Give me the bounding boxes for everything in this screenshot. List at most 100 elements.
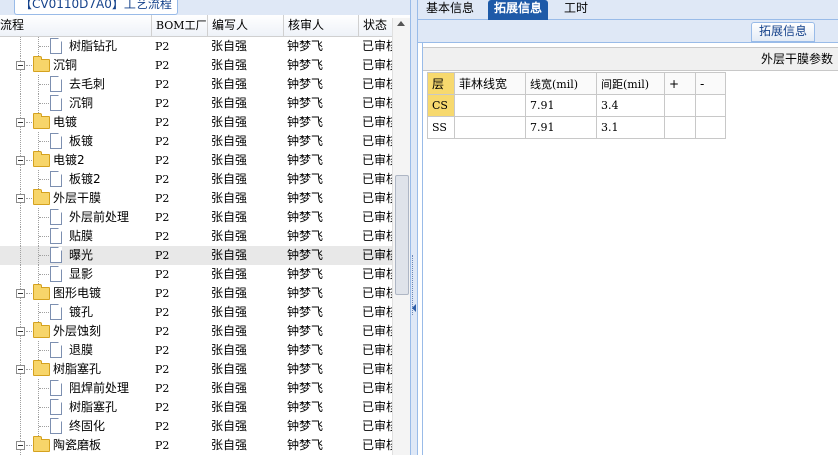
collapse-left-arrow-icon[interactable]	[412, 304, 416, 312]
add-column-button[interactable]: +	[664, 72, 696, 95]
tab-extended-info[interactable]: 拓展信息	[488, 0, 549, 20]
col-process[interactable]: 流程	[0, 15, 151, 36]
collapse-toggle-icon[interactable]	[16, 194, 25, 203]
tree-folder-row[interactable]: 外层蚀刻 P2 张自强 钟梦飞 已审核	[0, 322, 392, 341]
scroll-up-arrow-icon[interactable]	[397, 21, 405, 26]
tree-step-row[interactable]: 退膜 P2 张自强 钟梦飞 已审核	[0, 341, 392, 360]
tree-folder-row[interactable]: 外层干膜 P2 张自强 钟梦飞 已审核	[0, 189, 392, 208]
film-linewidth-cell[interactable]	[454, 94, 526, 117]
linewidth-cell[interactable]: 7.91	[525, 94, 597, 117]
tree-scrollbar[interactable]	[392, 18, 410, 455]
tab-basic-info[interactable]: 基本信息	[420, 0, 480, 20]
document-icon	[50, 209, 62, 225]
auditor-name: 钟梦飞	[287, 400, 324, 414]
col-layer[interactable]: 层	[427, 72, 455, 95]
tree-step-row[interactable]: 外层前处理 P2 张自强 钟梦飞 已审核	[0, 208, 392, 227]
step-name: 显影	[69, 267, 94, 281]
tree-guide-line	[39, 312, 49, 313]
process-flow-tab[interactable]: 【CV0110D7A0】工艺流程	[14, 0, 178, 15]
tree-step-row[interactable]: 树脂钻孔 P2 张自强 钟梦飞 已审核	[0, 37, 392, 56]
tree-step-row[interactable]: 曝光 P2 张自强 钟梦飞 已审核	[0, 246, 392, 265]
collapse-toggle-icon[interactable]	[16, 118, 25, 127]
tree-guide-line	[39, 350, 49, 351]
status-text: 已审核	[362, 134, 392, 148]
plus-cell[interactable]	[664, 116, 696, 139]
minus-cell[interactable]	[695, 94, 726, 117]
tree-step-row[interactable]: 终固化 P2 张自强 钟梦飞 已审核	[0, 417, 392, 436]
col-auditor[interactable]: 核审人	[283, 15, 358, 36]
grid-row-ss[interactable]: SS 7.91 3.1	[427, 116, 726, 139]
bom-factory: P2	[155, 401, 170, 414]
document-icon	[50, 342, 62, 358]
tree-step-row[interactable]: 显影 P2 张自强 钟梦飞 已审核	[0, 265, 392, 284]
tree-guide-line	[20, 227, 21, 246]
tree-guide-line	[26, 293, 32, 294]
col-film-linewidth[interactable]: 菲林线宽	[454, 72, 526, 95]
remove-column-button[interactable]: -	[695, 72, 726, 95]
collapse-toggle-icon[interactable]	[16, 327, 25, 336]
extended-info-subtab[interactable]: 拓展信息	[751, 22, 816, 42]
minus-cell[interactable]	[695, 116, 726, 139]
col-writer[interactable]: 编写人	[207, 15, 283, 36]
film-linewidth-cell[interactable]	[454, 116, 526, 139]
writer-name: 张自强	[211, 58, 248, 72]
tree-folder-row[interactable]: 树脂塞孔 P2 张自强 钟梦飞 已审核	[0, 360, 392, 379]
spacing-cell[interactable]: 3.4	[596, 94, 665, 117]
step-name: 沉铜	[69, 96, 94, 110]
auditor-name: 钟梦飞	[287, 305, 324, 319]
tree-step-row[interactable]: 镀孔 P2 张自强 钟梦飞 已审核	[0, 303, 392, 322]
tree-step-row[interactable]: 树脂塞孔 P2 张自强 钟梦飞 已审核	[0, 398, 392, 417]
layer-cell[interactable]: CS	[427, 94, 455, 117]
tree-step-row[interactable]: 板镀 P2 张自强 钟梦飞 已审核	[0, 132, 392, 151]
collapse-toggle-icon[interactable]	[16, 289, 25, 298]
step-name: 图形电镀	[53, 286, 102, 300]
collapse-toggle-icon[interactable]	[16, 441, 25, 450]
step-name: 沉铜	[53, 58, 78, 72]
detail-tab-strip: 基本信息 拓展信息 工时	[418, 0, 838, 20]
scrollbar-thumb[interactable]	[395, 175, 409, 295]
tree-step-row[interactable]: 阻焊前处理 P2 张自强 钟梦飞 已审核	[0, 379, 392, 398]
tab-work-hours[interactable]: 工时	[558, 0, 594, 20]
col-linewidth-mil[interactable]: 线宽(mil)	[525, 72, 597, 95]
tree-guide-line	[39, 255, 49, 256]
tree-step-row[interactable]: 贴膜 P2 张自强 钟梦飞 已审核	[0, 227, 392, 246]
status-text: 已审核	[362, 286, 392, 300]
tree-folder-row[interactable]: 沉铜 P2 张自强 钟梦飞 已审核	[0, 56, 392, 75]
tree-folder-row[interactable]: 陶瓷磨板 P2 张自强 钟梦飞 已审核	[0, 436, 392, 455]
col-spacing-mil[interactable]: 间距(mil)	[596, 72, 665, 95]
spacing-cell[interactable]: 3.1	[596, 116, 665, 139]
document-icon	[50, 399, 62, 415]
auditor-name: 钟梦飞	[287, 381, 324, 395]
auditor-name: 钟梦飞	[287, 419, 324, 433]
status-text: 已审核	[362, 96, 392, 110]
bom-factory: P2	[155, 192, 170, 205]
step-name: 陶瓷磨板	[53, 438, 102, 452]
status-text: 已审核	[362, 400, 392, 414]
document-icon	[50, 95, 62, 111]
writer-name: 张自强	[211, 438, 248, 452]
linewidth-cell[interactable]: 7.91	[525, 116, 597, 139]
collapse-toggle-icon[interactable]	[16, 365, 25, 374]
layer-cell[interactable]: SS	[427, 116, 455, 139]
grid-row-cs[interactable]: CS 7.91 3.4	[427, 94, 726, 117]
collapse-toggle-icon[interactable]	[16, 156, 25, 165]
tree-step-row[interactable]: 板镀2 P2 张自强 钟梦飞 已审核	[0, 170, 392, 189]
writer-name: 张自强	[211, 77, 248, 91]
tree-step-row[interactable]: 沉铜 P2 张自强 钟梦飞 已审核	[0, 94, 392, 113]
bom-factory: P2	[155, 268, 170, 281]
plus-cell[interactable]	[664, 94, 696, 117]
tree-folder-row[interactable]: 电镀 P2 张自强 钟梦飞 已审核	[0, 113, 392, 132]
col-bom-factory[interactable]: BOM工厂	[151, 15, 207, 36]
pane-splitter[interactable]	[410, 0, 418, 455]
tree-step-row[interactable]: 去毛刺 P2 张自强 钟梦飞 已审核	[0, 75, 392, 94]
writer-name: 张自强	[211, 172, 248, 186]
tree-folder-row[interactable]: 电镀2 P2 张自强 钟梦飞 已审核	[0, 151, 392, 170]
tree-guide-line	[20, 94, 21, 113]
bom-factory: P2	[155, 363, 170, 376]
tree-guide-line	[20, 246, 21, 265]
collapse-toggle-icon[interactable]	[16, 61, 25, 70]
bom-factory: P2	[155, 382, 170, 395]
folder-icon	[33, 56, 50, 72]
auditor-name: 钟梦飞	[287, 134, 324, 148]
tree-folder-row[interactable]: 图形电镀 P2 张自强 钟梦飞 已审核	[0, 284, 392, 303]
